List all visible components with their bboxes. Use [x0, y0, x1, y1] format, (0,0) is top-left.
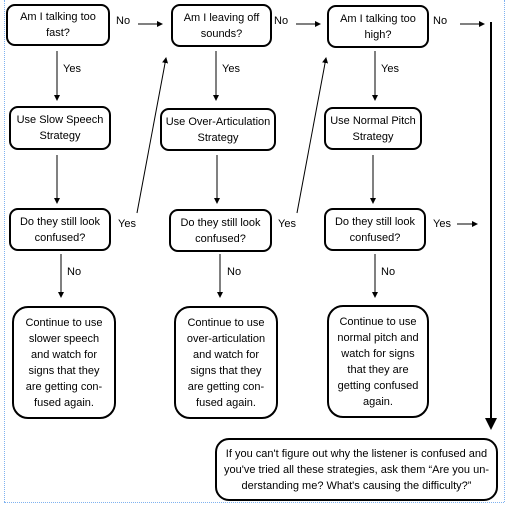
question-talking-high: Am I talking too high?	[327, 5, 429, 48]
strategy-normal-pitch: Use Normal Pitch Strategy	[324, 107, 422, 150]
label-no-1: No	[116, 15, 131, 27]
strategy-over-articulation: Use Over-Articulation Strategy	[160, 108, 276, 151]
label-yes-back-1: Yes	[118, 218, 136, 230]
label-no-down-2: No	[227, 266, 242, 278]
label-yes-2: Yes	[222, 63, 240, 75]
result-normal-pitch: Continue to use normal pitch and watch f…	[327, 305, 429, 418]
label-no-down-3: No	[381, 266, 396, 278]
final-ask-listener: If you can't figure out why the listener…	[215, 438, 498, 501]
question-talking-fast: Am I talking too fast?	[6, 4, 110, 46]
label-no-down-1: No	[67, 266, 82, 278]
label-yes-right: Yes	[433, 218, 451, 230]
check-confused-3: Do they still look confused?	[324, 208, 426, 251]
label-yes-3: Yes	[381, 63, 399, 75]
label-no-3: No	[433, 15, 448, 27]
question-leaving-sounds: Am I leaving off sounds?	[171, 4, 272, 47]
label-yes-1: Yes	[63, 63, 81, 75]
label-yes-back-2: Yes	[278, 218, 296, 230]
result-over-articulation: Continue to use over-articulation and wa…	[174, 306, 278, 419]
arrow-yes-back-2	[296, 57, 329, 214]
result-slower-speech: Continue to use slower speech and watch …	[12, 306, 116, 419]
check-confused-2: Do they still look confused?	[169, 209, 272, 252]
check-confused-1: Do they still look confused?	[9, 208, 111, 251]
strategy-slow-speech: Use Slow Speech Strategy	[9, 106, 111, 150]
label-no-2: No	[274, 15, 289, 27]
